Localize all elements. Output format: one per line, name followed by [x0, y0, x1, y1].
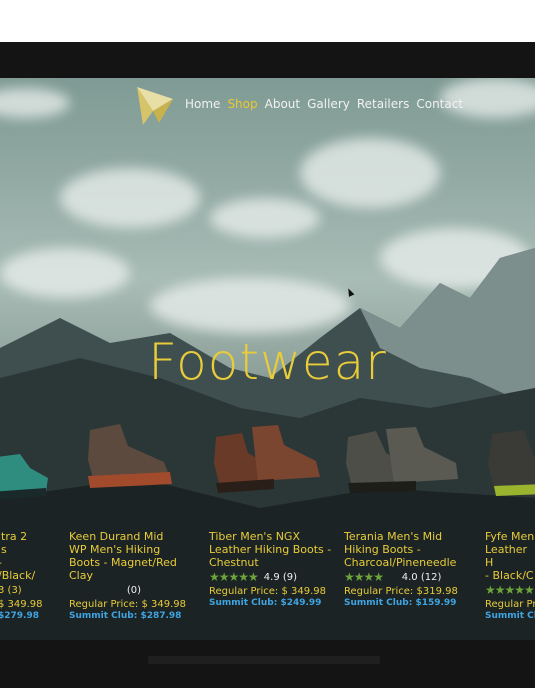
website-screen: Home Shop About Gallery Retailers Contac…	[0, 78, 535, 641]
product-rating: ★★★★ 4.0 (12)	[344, 570, 470, 584]
rating-stars-icon: ★★★★★	[209, 570, 259, 584]
page-title: Footwear	[148, 333, 387, 391]
regular-price: $ 349.98	[0, 599, 43, 610]
product-card[interactable]: Fyfe Men Leather H - Black/C ★★★★★ Regul…	[485, 530, 535, 621]
brand-logo-icon	[137, 87, 173, 125]
product-name-line: Boots - Magnet/Red	[69, 556, 177, 569]
summit-club-price: $279.98	[0, 611, 39, 621]
main-nav: Home Shop About Gallery Retailers Contac…	[133, 80, 470, 128]
product-rating: 3 (3)	[0, 584, 46, 596]
product-name-line: ltra 2	[0, 530, 28, 543]
device-stand	[148, 656, 380, 664]
product-card[interactable]: Keen Durand Mid WP Men's Hiking Boots - …	[69, 530, 199, 621]
product-name-line: 's	[0, 543, 7, 556]
product-name-line: Keen Durand Mid	[69, 530, 164, 543]
device-bezel-bottom	[0, 640, 535, 688]
product-image[interactable]	[0, 448, 52, 508]
product-name-line: Leather H	[485, 543, 528, 569]
product-name-line: -	[0, 556, 46, 569]
product-name[interactable]: Fyfe Men Leather H - Black/C	[485, 530, 535, 582]
product-name-line: WP Men's Hiking	[69, 543, 161, 556]
nav-gallery[interactable]: Gallery	[307, 97, 350, 111]
rating-value: 4.9	[263, 571, 280, 583]
rating-stars-icon: ★★★★	[344, 570, 384, 584]
rating-count: 3 (3)	[0, 584, 22, 596]
product-name-line: Leather Hiking Boots -	[209, 543, 332, 556]
product-name-line: Terania Men's Mid	[344, 530, 443, 543]
nav-contact[interactable]: Contact	[416, 97, 463, 111]
product-name-line: Fyfe Men	[485, 530, 535, 543]
device-bezel-top	[0, 42, 535, 80]
product-name-line: /Black/	[0, 569, 36, 582]
rating-count: (0)	[126, 584, 142, 596]
rating-value: 4.0	[401, 571, 418, 583]
product-card[interactable]: Tiber Men's NGX Leather Hiking Boots - C…	[209, 530, 337, 608]
regular-price: Regular Price: $ 349.98	[209, 586, 327, 597]
product-name-line: Tiber Men's NGX	[209, 530, 300, 543]
product-name-line: Hiking Boots -	[344, 543, 421, 556]
product-name[interactable]: Terania Men's Mid Hiking Boots - Charcoa…	[344, 530, 470, 569]
summit-club-price: Summit Cl	[485, 611, 535, 621]
nav-home[interactable]: Home	[185, 97, 220, 111]
product-card[interactable]: Terania Men's Mid Hiking Boots - Charcoa…	[344, 530, 470, 608]
rating-count: (9)	[282, 571, 298, 583]
product-name-line: Clay	[69, 569, 93, 582]
nav-shop[interactable]: Shop	[227, 97, 257, 111]
product-name[interactable]: Keen Durand Mid WP Men's Hiking Boots - …	[69, 530, 199, 582]
regular-price: Regular Pri	[485, 599, 535, 610]
product-name-line: Chestnut	[209, 556, 259, 569]
product-image[interactable]	[84, 420, 176, 500]
product-rating: ★★★★★	[485, 583, 535, 597]
nav-retailers[interactable]: Retailers	[357, 97, 409, 111]
rating-stars-icon: ★★★★★	[485, 583, 535, 597]
product-rating: ★★★★★ 4.9 (9)	[209, 570, 337, 584]
summit-club-price: Summit Club: $249.99	[209, 598, 322, 608]
summit-club-price: Summit Club: $159.99	[344, 598, 457, 608]
nav-about[interactable]: About	[265, 97, 300, 111]
product-image[interactable]	[484, 428, 535, 500]
product-image[interactable]	[346, 423, 460, 503]
product-rating: (0)	[69, 584, 199, 596]
rating-count: (12)	[420, 571, 442, 583]
regular-price: Regular Price: $319.98	[344, 586, 458, 597]
product-name[interactable]: Tiber Men's NGX Leather Hiking Boots - C…	[209, 530, 337, 569]
product-name-line: Charcoal/Pineneedle	[344, 556, 457, 569]
product-card[interactable]: ltra 2 's - /Black/ 3 (3) $ 349.98 $279.…	[0, 530, 46, 621]
product-name-line: - Black/C	[485, 569, 534, 582]
product-name[interactable]: ltra 2 's - /Black/	[0, 530, 46, 582]
regular-price: Regular Price: $ 349.98	[69, 599, 187, 610]
product-image[interactable]	[212, 423, 324, 503]
summit-club-price: Summit Club: $287.98	[69, 611, 182, 621]
